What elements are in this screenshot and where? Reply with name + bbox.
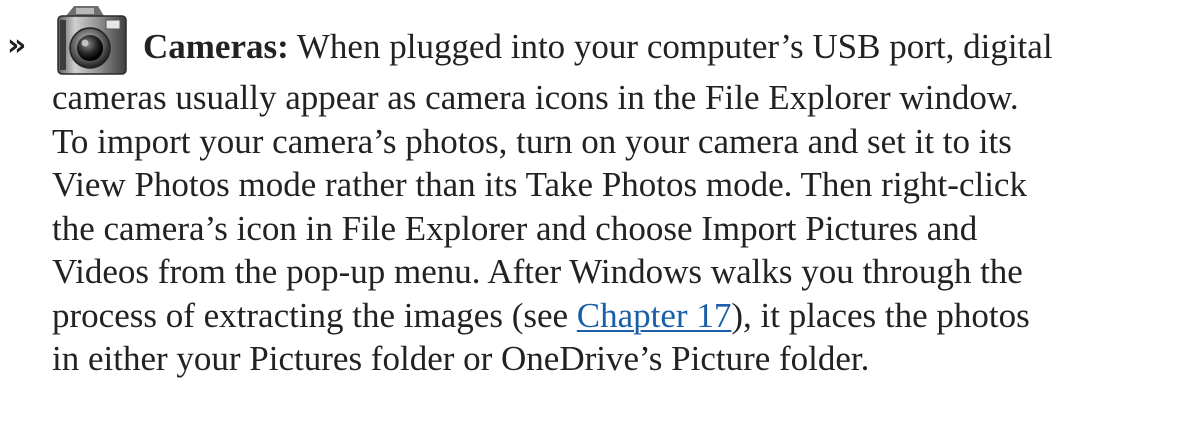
term-heading: Cameras: [143,27,289,66]
chapter-17-link[interactable]: Chapter 17 [577,296,732,335]
bullet-marker: » [7,28,26,63]
text-line-with-link: process of extracting the images (see Ch… [52,294,1182,338]
first-line: Cameras: When plugged into your computer… [143,24,1053,69]
camera-icon [57,6,127,75]
text-line: View Photos mode rather than its Take Ph… [52,165,1027,204]
text-line: the camera’s icon in File Explorer and c… [52,208,978,248]
link-line-before: process of extracting the images (see [52,295,577,335]
text-line: in either your Pictures folder or OneDri… [52,339,870,378]
link-line-after: ), it places the photos [731,295,1030,335]
text-line: Videos from the pop-up menu. After Windo… [52,252,1023,291]
bullet-list-item: » Cameras: When plugged into your comput… [0,0,1190,424]
first-line-text: When plugged into your computer’s USB po… [288,27,1053,66]
body-text: cameras usually appear as camera icons i… [52,76,1182,381]
text-line: cameras usually appear as camera icons i… [52,78,1019,117]
text-line: To import your camera’s photos, turn on … [52,121,1012,161]
